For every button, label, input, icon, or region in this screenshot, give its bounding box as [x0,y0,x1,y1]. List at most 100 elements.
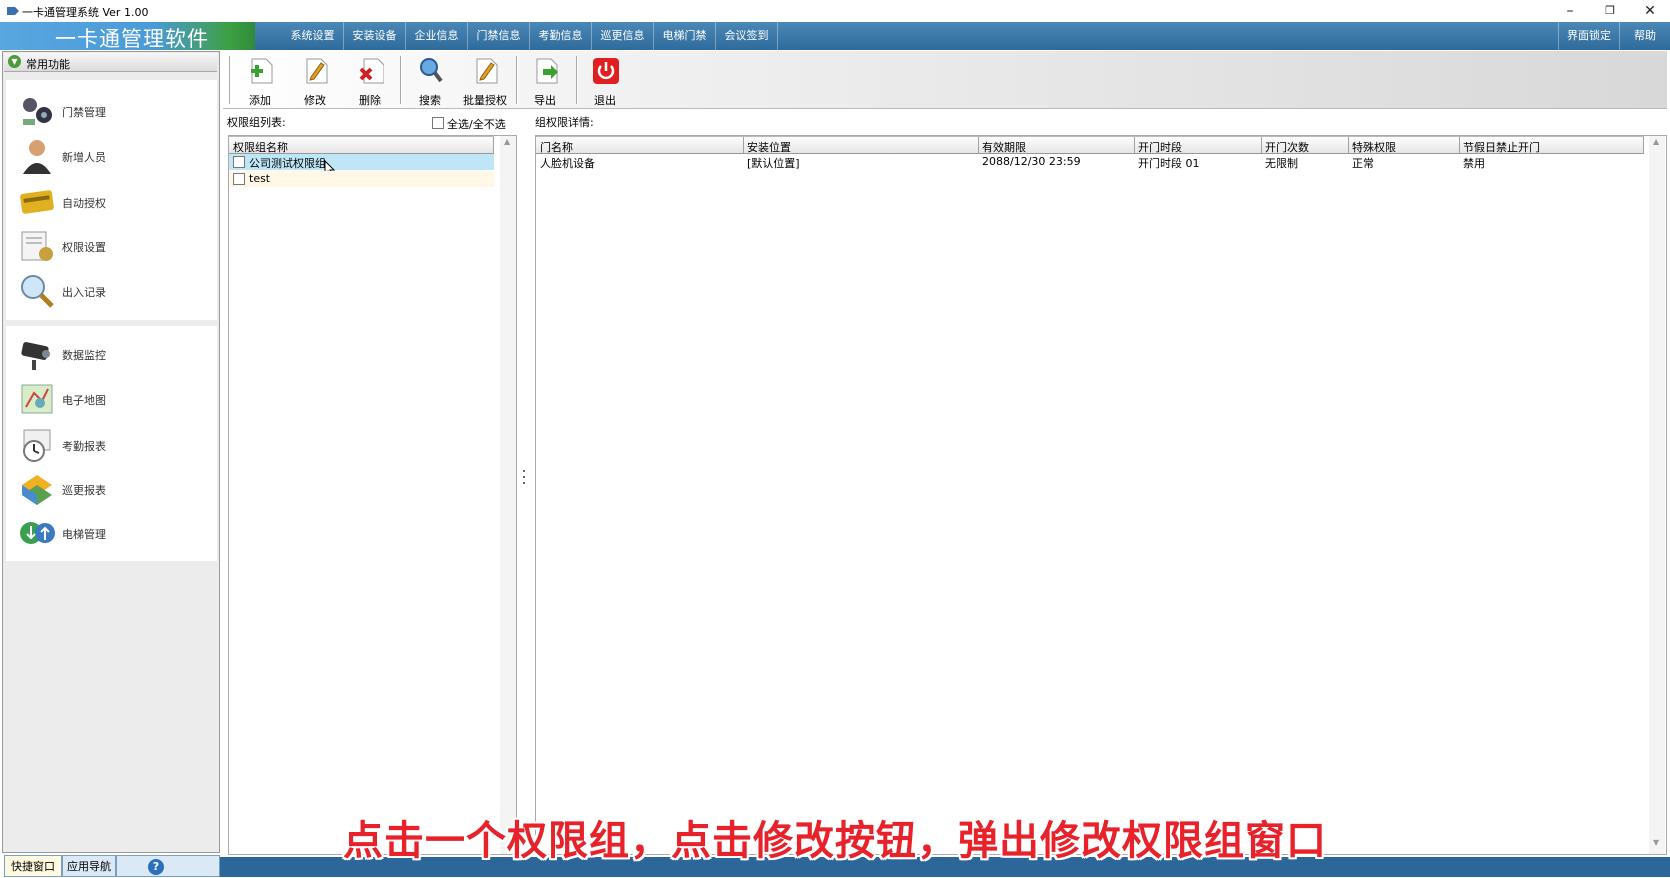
detail-grid: 门名称 安装位置 有效期限 开门时段 开门次数 特殊权限 节假日禁止开门 人脸机… [535,135,1667,855]
batch-authorize-label: 批量授权 [463,94,507,107]
cell-special-permission: 正常 [1352,157,1374,170]
sidebar-header[interactable]: ▼ 常用功能 [4,53,217,72]
scroll-up-icon: ▲ [1653,137,1660,146]
export-icon [536,58,558,84]
sidebar-item-add-person[interactable]: 新增人员 [10,136,210,176]
chevron-down-icon: ▼ [8,55,21,68]
cell-open-count: 无限制 [1265,157,1298,170]
sidebar-item-label: 电梯管理 [62,528,106,541]
clock-icon [23,429,51,462]
table-row[interactable]: 人脸机设备 [默认位置] 2088/12/30 23:59 开门时段 01 无限… [536,154,1644,170]
menu-access-info[interactable]: 门禁信息 [468,22,530,50]
menu-system-settings[interactable]: 系统设置 [282,22,344,50]
minimize-button[interactable]: – [1550,0,1590,22]
sidebar-item-label: 新增人员 [62,151,106,164]
cell-install-location: [默认位置] [747,157,800,170]
row-checkbox[interactable] [233,173,245,185]
detail-grid-scrollbar[interactable]: ▲ ▼ [1649,136,1665,854]
column-header-door-name[interactable]: 门名称 [540,139,573,155]
elevator-icon [20,522,55,544]
column-header-special-permission[interactable]: 特殊权限 [1352,139,1396,155]
menu-lock-interface[interactable]: 界面锁定 [1558,22,1620,50]
column-separator [978,137,979,153]
menu-patrol-info[interactable]: 巡更信息 [592,22,654,50]
menu-help[interactable]: 帮助 [1620,22,1670,50]
search-button[interactable]: 搜索 [405,53,455,107]
toolbar-divider [229,56,230,104]
menu-elevator-access[interactable]: 电梯门禁 [654,22,716,50]
sidebar-item-label: 数据监控 [62,349,106,362]
sidebar-item-access-records[interactable]: 出入记录 [10,271,210,311]
delete-button[interactable]: 删除 [345,53,395,107]
batch-authorize-button[interactable]: 批量授权 [460,53,510,107]
export-button[interactable]: 导出 [520,53,570,107]
sidebar-item-elevator-management[interactable]: 电梯管理 [10,513,210,553]
exit-button[interactable]: 退出 [580,53,630,107]
video-subtitle: 点击一个权限组，点击修改按钮，弹出修改权限组窗口 [343,818,1327,864]
sidebar-item-label: 巡更报表 [62,484,106,497]
edit-icon [306,58,328,84]
sidebar-item-label: 电子地图 [62,394,106,407]
cell-door-name: 人脸机设备 [540,157,595,170]
sidebar-item-label: 门禁管理 [62,106,106,119]
column-header-validity[interactable]: 有效期限 [982,139,1026,155]
column-header-holiday-block[interactable]: 节假日禁止开门 [1463,139,1540,155]
column-separator [1134,137,1135,153]
sidebar-item-auto-authorize[interactable]: 自动授权 [10,182,210,222]
column-separator [1643,137,1644,153]
restore-button[interactable]: ❐ [1590,0,1630,22]
sidebar-item-label: 考勤报表 [62,440,106,453]
menu-company-info[interactable]: 企业信息 [406,22,468,50]
app-logo: 一卡通管理软件 [0,22,255,51]
patrol-icon [22,475,52,505]
group-name-cell: test [249,172,271,185]
sidebar-item-label: 权限设置 [62,241,106,254]
menu-attendance-info[interactable]: 考勤信息 [530,22,592,50]
column-separator [743,137,744,153]
exit-button-label: 退出 [594,94,616,107]
sidebar-item-data-monitor[interactable]: 数据监控 [10,334,210,374]
table-row[interactable]: 公司测试权限组 [229,154,494,178]
groups-list: 权限组名称 公司测试权限组 test ▲ [228,135,517,855]
column-header-open-period[interactable]: 开门时段 [1138,139,1182,155]
select-all-checkbox[interactable] [432,117,444,129]
sidebar-item-access-management[interactable]: 门禁管理 [10,91,210,131]
column-separator [1261,137,1262,153]
card-icon [20,190,54,214]
row-checkbox[interactable] [233,156,245,168]
person-icon [23,140,51,174]
export-button-label: 导出 [534,94,556,107]
sidebar-header-label: 常用功能 [26,58,70,71]
sidebar-item-patrol-report[interactable]: 巡更报表 [10,469,210,509]
search-button-label: 搜索 [419,94,441,107]
sidebar-item-label: 自动授权 [62,197,106,210]
title-bar: 一卡通管理系统 Ver 1.00 [0,0,1670,23]
detail-grid-header: 门名称 安装位置 有效期限 开门时段 开门次数 特殊权限 节假日禁止开门 [536,136,1644,154]
cell-open-period: 开门时段 01 [1138,157,1200,170]
detail-panel-title: 组权限详情: [535,116,594,129]
toolbar-separator [400,56,402,104]
toolbar-separator [516,56,518,104]
access-management-icon [23,98,52,125]
panel-splitter-handle[interactable] [522,470,526,486]
delete-button-label: 删除 [359,94,381,107]
add-button[interactable]: 添加 [235,53,285,107]
magnifier-icon [21,275,54,308]
camera-icon [21,342,50,370]
edit-button[interactable]: 修改 [290,53,340,107]
sidebar-item-permission-settings[interactable]: 权限设置 [10,226,210,266]
column-header-group-name[interactable]: 权限组名称 [233,139,288,155]
column-header-install-location[interactable]: 安装位置 [747,139,791,155]
table-row[interactable]: test [229,171,494,187]
logo-text: 一卡通管理软件 [55,27,209,51]
column-header-open-count[interactable]: 开门次数 [1265,139,1309,155]
menu-install-devices[interactable]: 安装设备 [344,22,406,50]
groups-list-scrollbar[interactable]: ▲ [500,136,516,854]
sidebar-item-attendance-report[interactable]: 考勤报表 [10,425,210,465]
power-icon [593,58,619,84]
cell-validity: 2088/12/30 23:59 [982,155,1081,168]
cell-holiday-block: 禁用 [1463,157,1485,170]
sidebar-item-electronic-map[interactable]: 电子地图 [10,379,210,419]
close-button[interactable]: ✕ [1630,0,1670,22]
menu-meeting-checkin[interactable]: 会议签到 [716,22,778,50]
